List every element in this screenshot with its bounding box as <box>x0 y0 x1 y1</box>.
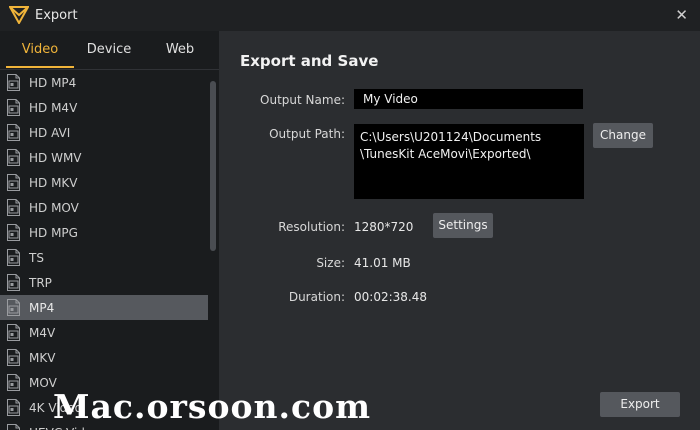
format-label: HD M4V <box>29 100 78 115</box>
format-label: HD AVI <box>29 125 71 140</box>
video-file-icon <box>6 249 21 266</box>
page-title: Export and Save <box>240 52 379 70</box>
format-item[interactable]: HD MP4 <box>0 70 208 95</box>
format-label: MP4 <box>29 300 55 315</box>
tab-web[interactable]: Web <box>143 31 217 69</box>
video-file-icon <box>6 124 21 141</box>
format-item[interactable]: HD MOV <box>0 195 208 220</box>
format-label: HD MP4 <box>29 75 77 90</box>
resolution-value: 1280*720 <box>354 220 414 234</box>
format-item[interactable]: HD MKV <box>0 170 208 195</box>
duration-value: 00:02:38.48 <box>354 290 427 304</box>
format-item[interactable]: TS <box>0 245 208 270</box>
format-label: HD MKV <box>29 175 78 190</box>
title-bar: Export ✕ <box>0 0 700 31</box>
size-label: Size: <box>316 256 345 270</box>
output-path-field[interactable]: C:\Users\U201124\Documents \TunesKit Ace… <box>354 124 584 199</box>
app-logo-icon <box>9 6 29 24</box>
format-item[interactable]: HD M4V <box>0 95 208 120</box>
video-file-icon <box>6 174 21 191</box>
video-file-icon <box>6 149 21 166</box>
format-label: HD WMV <box>29 150 82 165</box>
window-title: Export <box>35 8 78 23</box>
format-label: TS <box>29 250 44 265</box>
video-file-icon <box>6 299 21 316</box>
format-item[interactable]: HD MPG <box>0 220 208 245</box>
format-item[interactable]: HD AVI <box>0 120 208 145</box>
format-label: TRP <box>29 275 52 290</box>
video-file-icon <box>6 224 21 241</box>
format-label: HEVC Video <box>29 426 100 430</box>
format-label: HD MOV <box>29 200 79 215</box>
format-list-scrollbar[interactable] <box>209 71 217 430</box>
size-value: 41.01 MB <box>354 256 411 270</box>
video-file-icon <box>6 199 21 216</box>
format-label: HD MPG <box>29 225 78 240</box>
format-item[interactable]: TRP <box>0 270 208 295</box>
tab-video[interactable]: Video <box>0 31 80 69</box>
video-file-icon <box>6 349 21 366</box>
export-button[interactable]: Export <box>600 392 680 417</box>
format-list: HD MP4 HD M4V HD AVI HD WMV HD MKV HD MOV HD M… <box>0 70 208 430</box>
output-path-label: Output Path: <box>269 127 345 141</box>
format-label: M4V <box>29 325 56 340</box>
resolution-label: Resolution: <box>278 220 345 234</box>
format-tabs: Video Device Web <box>0 31 219 69</box>
output-name-label: Output Name: <box>260 93 345 107</box>
video-file-icon <box>6 424 21 430</box>
format-label: MKV <box>29 350 56 365</box>
format-item[interactable]: M4V <box>0 320 208 345</box>
video-file-icon <box>6 324 21 341</box>
settings-button[interactable]: Settings <box>433 213 493 238</box>
duration-label: Duration: <box>288 290 345 304</box>
format-item[interactable]: HD WMV <box>0 145 208 170</box>
active-tab-indicator <box>6 66 74 68</box>
output-name-input[interactable] <box>354 89 583 109</box>
close-icon[interactable]: ✕ <box>675 6 688 24</box>
format-panel: Video Device Web HD MP4 HD M4V HD AVI HD WM… <box>0 31 219 430</box>
video-file-icon <box>6 74 21 91</box>
video-file-icon <box>6 99 21 116</box>
tab-device[interactable]: Device <box>72 31 146 69</box>
format-item[interactable]: MKV <box>0 345 208 370</box>
video-file-icon <box>6 399 21 416</box>
video-file-icon <box>6 374 21 391</box>
scrollbar-thumb[interactable] <box>210 81 216 251</box>
change-button[interactable]: Change <box>593 123 653 148</box>
video-file-icon <box>6 274 21 291</box>
format-item[interactable]: MP4 <box>0 295 208 320</box>
watermark: Mac.orsoon.com <box>53 387 371 426</box>
